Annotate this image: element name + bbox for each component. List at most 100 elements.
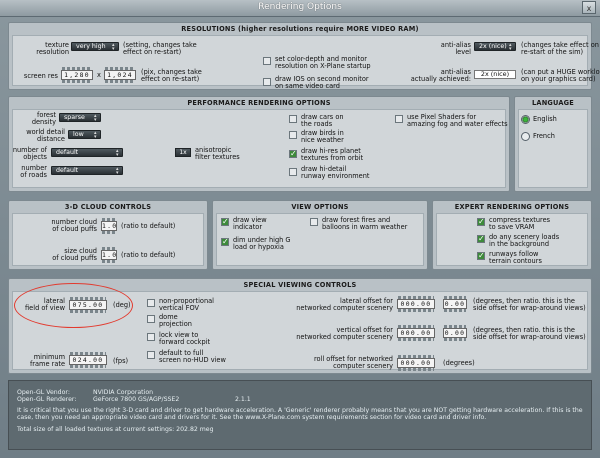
expert-rendering-title: EXPERT RENDERING OPTIONS bbox=[454, 203, 570, 211]
gl-version-value: 2.1.1 bbox=[235, 396, 251, 403]
rendering-options-window: Rendering Options x RESOLUTIONS (higher … bbox=[0, 0, 600, 458]
color-depth-label: set color-depth and monitor resolution o… bbox=[275, 55, 371, 70]
screen-width-input[interactable]: 1,280 bbox=[61, 67, 93, 83]
antialias-level-dropdown[interactable]: 2x (nice) bbox=[474, 42, 516, 51]
number-of-objects-dropdown[interactable]: default bbox=[51, 148, 123, 157]
pixel-shaders-checkbox[interactable] bbox=[395, 115, 403, 123]
forest-fires-checkbox[interactable] bbox=[310, 218, 318, 226]
gl-renderer-label: Open-GL Renderer: bbox=[17, 396, 77, 403]
draw-view-indicator-checkbox[interactable] bbox=[221, 217, 229, 226]
dim-high-g-checkbox[interactable] bbox=[221, 237, 229, 246]
english-label: English bbox=[533, 115, 557, 123]
full-screen-no-hud-checkbox[interactable] bbox=[147, 351, 155, 359]
background-scenery-checkbox[interactable] bbox=[477, 234, 485, 243]
minimum-frame-rate-input[interactable]: 024.00 bbox=[69, 352, 107, 368]
dome-projection-label: dome projection bbox=[159, 313, 192, 328]
runways-follow-terrain-label: runways follow terrain contours bbox=[489, 250, 542, 265]
cloud-controls-panel: 3-D CLOUD CONTROLS number cloud of cloud… bbox=[8, 200, 208, 270]
texture-resolution-dropdown[interactable]: very high bbox=[71, 42, 119, 51]
hardware-acceleration-warning: It is critical that you use the right 3-… bbox=[17, 407, 583, 422]
screen-res-note: (pix, changes take effect on re-start) bbox=[141, 68, 202, 83]
vertical-ratio-input[interactable]: 0.00 bbox=[443, 325, 467, 341]
number-of-roads-dropdown[interactable]: default bbox=[51, 166, 123, 175]
title-bar: Rendering Options x bbox=[0, 0, 600, 17]
vertical-offset-note: (degrees, then ratio. this is the side o… bbox=[473, 326, 586, 341]
runways-follow-terrain-checkbox[interactable] bbox=[477, 251, 485, 260]
forest-density-dropdown[interactable]: sparse bbox=[59, 113, 101, 122]
lateral-offset-input[interactable]: 000.00 bbox=[397, 296, 435, 312]
lock-view-label: lock view to forward cockpit bbox=[159, 331, 211, 346]
vertical-offset-input[interactable]: 000.00 bbox=[397, 325, 435, 341]
compress-textures-checkbox[interactable] bbox=[477, 217, 485, 226]
number-of-roads-label: number of roads bbox=[20, 164, 47, 179]
lateral-offset-note: (degrees, then ratio. this is the side o… bbox=[473, 297, 586, 312]
world-detail-dropdown[interactable]: low bbox=[68, 130, 101, 139]
size-cloud-puffs-note: (ratio to default) bbox=[121, 251, 176, 259]
draw-ios-label: draw IOS on second monitor on same video… bbox=[275, 75, 369, 90]
view-options-panel: VIEW OPTIONS draw view indicator dim und… bbox=[212, 200, 428, 270]
hi-detail-runway-label: draw hi-detail runway environment bbox=[301, 165, 370, 180]
hi-res-planet-checkbox[interactable] bbox=[289, 149, 297, 158]
non-proportional-fov-label: non-proportional vertical FOV bbox=[159, 297, 214, 312]
color-depth-checkbox[interactable] bbox=[263, 57, 271, 65]
antialias-level-label: anti-alias level bbox=[440, 41, 471, 56]
number-cloud-puffs-label: number cloud of cloud puffs bbox=[51, 218, 97, 233]
red-highlight-annotation bbox=[14, 283, 133, 328]
forest-density-label: forest density bbox=[31, 111, 56, 126]
world-detail-label: world detail distance bbox=[26, 128, 65, 143]
times-symbol: x bbox=[97, 71, 101, 79]
resolutions-title: RESOLUTIONS (higher resolutions require … bbox=[181, 25, 419, 33]
view-options-title: VIEW OPTIONS bbox=[291, 203, 349, 211]
forest-fires-label: draw forest fires and balloons in warm w… bbox=[322, 216, 408, 231]
screen-height-input[interactable]: 1,024 bbox=[104, 67, 136, 83]
dim-high-g-label: dim under high G load or hypoxia bbox=[233, 236, 291, 251]
full-screen-no-hud-label: default to full screen no-HUD view bbox=[159, 349, 226, 364]
texture-size-total: Total size of all loaded textures at cur… bbox=[17, 426, 214, 433]
window-title: Rendering Options bbox=[258, 2, 342, 12]
cloud-controls-title: 3-D CLOUD CONTROLS bbox=[64, 203, 152, 211]
language-title: LANGUAGE bbox=[531, 99, 574, 107]
draw-ios-checkbox[interactable] bbox=[263, 78, 271, 86]
hi-detail-runway-checkbox[interactable] bbox=[289, 168, 297, 176]
roll-offset-label: roll offset for networked computer scene… bbox=[313, 355, 393, 370]
close-button[interactable]: x bbox=[582, 1, 596, 14]
draw-birds-checkbox[interactable] bbox=[289, 131, 297, 139]
expert-rendering-panel: EXPERT RENDERING OPTIONS compress textur… bbox=[432, 200, 592, 270]
draw-cars-checkbox[interactable] bbox=[289, 115, 297, 123]
vertical-offset-label: vertical offset for networked computer s… bbox=[296, 326, 393, 341]
roll-offset-unit: (degrees) bbox=[443, 359, 475, 367]
antialias-achieved-note: (can put a HUGE workload on your graphic… bbox=[521, 68, 600, 83]
performance-panel: PERFORMANCE RENDERING OPTIONS forest den… bbox=[8, 96, 510, 192]
dome-projection-checkbox[interactable] bbox=[147, 315, 155, 323]
size-cloud-puffs-input[interactable]: 1.0 bbox=[101, 247, 117, 263]
lateral-offset-label: lateral offset for networked computer sc… bbox=[296, 297, 393, 312]
french-radio[interactable] bbox=[521, 132, 530, 141]
gl-renderer-value: GeForce 7800 GS/AGP/SSE2 bbox=[93, 396, 180, 403]
language-panel: LANGUAGE English French bbox=[514, 96, 592, 192]
number-cloud-puffs-input[interactable]: 1.0 bbox=[101, 218, 117, 234]
antialias-achieved-value: 2x (nice) bbox=[474, 70, 516, 79]
antialias-achieved-label: anti-alias actually achieved: bbox=[410, 68, 471, 83]
minimum-frame-rate-unit: (fps) bbox=[113, 357, 129, 365]
hi-res-planet-label: draw hi-res planet textures from orbit bbox=[301, 147, 364, 162]
english-radio[interactable] bbox=[521, 115, 530, 124]
antialias-level-note: (changes take effect on re-start of the … bbox=[521, 41, 599, 56]
minimum-frame-rate-label: minimum frame rate bbox=[29, 353, 65, 368]
roll-offset-input[interactable]: 000.00 bbox=[397, 355, 435, 371]
lock-view-checkbox[interactable] bbox=[147, 333, 155, 341]
pixel-shaders-label: use Pixel Shaders for amazing fog and wa… bbox=[407, 113, 508, 128]
anisotropic-filter-label: anisotropic filter textures bbox=[195, 146, 240, 161]
draw-cars-label: draw cars on the roads bbox=[301, 113, 344, 128]
lateral-ratio-input[interactable]: 0.00 bbox=[443, 296, 467, 312]
number-of-objects-label: number of objects bbox=[12, 146, 47, 161]
number-cloud-puffs-note: (ratio to default) bbox=[121, 222, 176, 230]
size-cloud-puffs-label: size cloud of cloud puffs bbox=[52, 247, 97, 262]
texture-resolution-note: (setting, changes take effect on re-star… bbox=[123, 41, 197, 56]
anisotropic-filter-dropdown[interactable]: 1x bbox=[175, 148, 191, 157]
non-proportional-fov-checkbox[interactable] bbox=[147, 299, 155, 307]
draw-birds-label: draw birds in nice weather bbox=[301, 129, 344, 144]
compress-textures-label: compress textures to save VRAM bbox=[489, 216, 551, 231]
performance-title: PERFORMANCE RENDERING OPTIONS bbox=[187, 99, 331, 107]
screen-res-label: screen res bbox=[23, 72, 58, 80]
draw-view-indicator-label: draw view indicator bbox=[233, 216, 267, 231]
